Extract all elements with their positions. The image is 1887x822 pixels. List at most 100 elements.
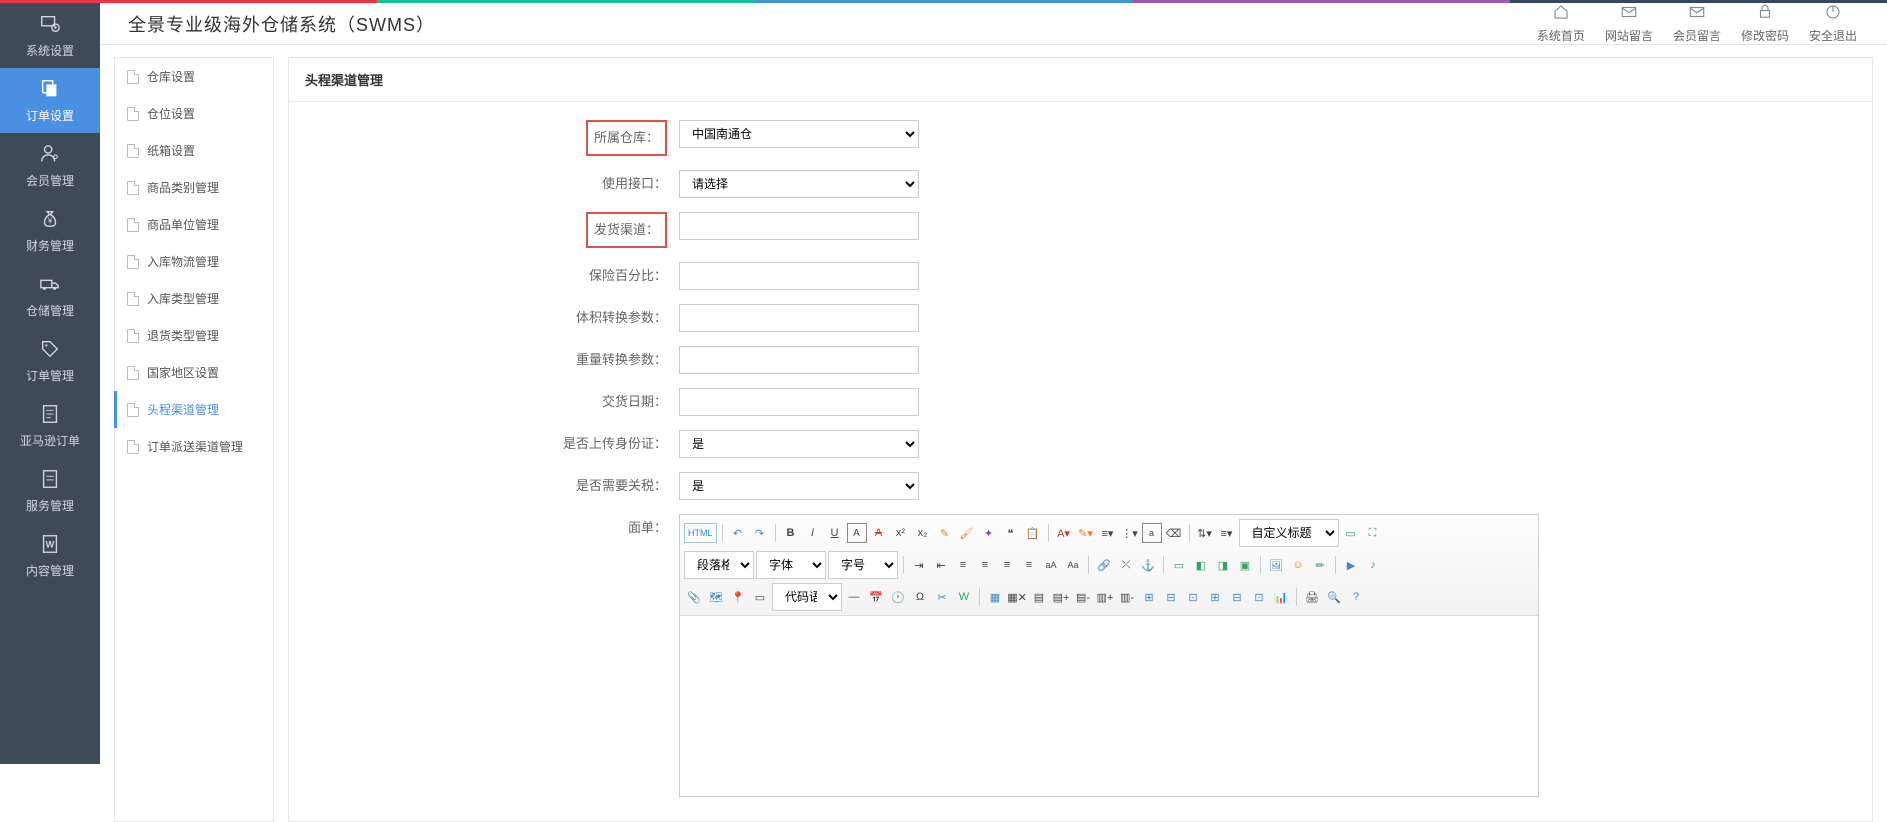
sidebar-item-amazon[interactable]: 亚马逊订单: [0, 393, 100, 458]
subnav-item-4[interactable]: 商品单位管理: [115, 206, 273, 243]
mergedown-icon[interactable]: ⊡: [1183, 587, 1203, 607]
sidebar-item-content[interactable]: W 内容管理: [0, 523, 100, 588]
row-spacing-icon[interactable]: ⇅▾: [1195, 523, 1215, 543]
align-justify-icon[interactable]: ≡: [1019, 555, 1039, 575]
snapscreen-icon[interactable]: ✂: [932, 587, 952, 607]
fullscreen-icon[interactable]: ⛶: [1363, 523, 1383, 543]
redo-icon[interactable]: ↷: [750, 523, 770, 543]
attachment-icon[interactable]: 📎: [684, 587, 704, 607]
spechars-icon[interactable]: Ω: [910, 587, 930, 607]
link-icon[interactable]: 🔗: [1094, 555, 1114, 575]
image-none-icon[interactable]: ▭: [1169, 555, 1189, 575]
image-right-icon[interactable]: ◨: [1213, 555, 1233, 575]
wordimage-icon[interactable]: W: [954, 587, 974, 607]
align-right-icon[interactable]: ≡: [997, 555, 1017, 575]
strikethrough-icon[interactable]: A: [869, 523, 889, 543]
insertparagraphbefore-icon[interactable]: ▤: [1029, 587, 1049, 607]
time-icon[interactable]: 🕐: [888, 587, 908, 607]
print-icon[interactable]: 🖨: [1302, 587, 1322, 607]
inserttable-icon[interactable]: ▦: [985, 587, 1005, 607]
subnav-item-3[interactable]: 商品类别管理: [115, 169, 273, 206]
splitcells-icon[interactable]: ⊞: [1205, 587, 1225, 607]
warehouse-select[interactable]: 中国南通仓: [679, 120, 919, 148]
sidebar-item-order-settings[interactable]: 订单设置: [0, 68, 100, 133]
custom-style-select[interactable]: 自定义标题: [1239, 519, 1339, 547]
indent-icon[interactable]: ⇥: [909, 555, 929, 575]
subnav-item-6[interactable]: 入库类型管理: [115, 280, 273, 317]
charts-icon[interactable]: 📊: [1271, 587, 1291, 607]
splitrows-icon[interactable]: ⊟: [1227, 587, 1247, 607]
editor-body[interactable]: [680, 616, 1538, 796]
emotion-icon[interactable]: ☺: [1288, 555, 1308, 575]
paragraph-format-select[interactable]: 段落格式: [684, 551, 754, 579]
mergecells-icon[interactable]: ⊞: [1139, 587, 1159, 607]
deletecol-icon[interactable]: ▥-: [1117, 587, 1137, 607]
volume-input[interactable]: [679, 304, 919, 332]
insertrow-icon[interactable]: ▤+: [1051, 587, 1071, 607]
sidebar-item-service[interactable]: 服务管理: [0, 458, 100, 523]
subscript-icon[interactable]: x₂: [913, 523, 933, 543]
subnav-item-0[interactable]: 仓库设置: [115, 58, 273, 95]
gmap-icon[interactable]: 📍: [728, 587, 748, 607]
selectall-icon[interactable]: a: [1142, 523, 1162, 543]
format-brush-icon[interactable]: 🖌: [957, 523, 977, 543]
anchor-icon[interactable]: ⚓: [1138, 555, 1158, 575]
forecolor-icon[interactable]: A▾: [1054, 523, 1074, 543]
sidebar-item-system[interactable]: 系统设置: [0, 3, 100, 68]
insert-image-icon[interactable]: 🖼: [1266, 555, 1286, 575]
sidebar-item-order-manage[interactable]: 订单管理: [0, 328, 100, 393]
font-family-select[interactable]: 字体: [756, 551, 826, 579]
insurance-input[interactable]: [679, 262, 919, 290]
hr-icon[interactable]: —: [844, 587, 864, 607]
subnav-item-10[interactable]: 订单派送渠道管理: [115, 428, 273, 465]
header-action-password[interactable]: 修改密码: [1741, 3, 1789, 44]
font-border-icon[interactable]: A: [847, 523, 867, 543]
map-icon[interactable]: 🗺: [706, 587, 726, 607]
subnav-item-8[interactable]: 国家地区设置: [115, 354, 273, 391]
sidebar-item-finance[interactable]: ¥ 财务管理: [0, 198, 100, 263]
insertcol-icon[interactable]: ▥+: [1095, 587, 1115, 607]
splitcols-icon[interactable]: ⊡: [1249, 587, 1269, 607]
insertframe-icon[interactable]: ▭: [750, 587, 770, 607]
search-icon[interactable]: 🔍: [1324, 587, 1344, 607]
remove-format-icon[interactable]: ⌫: [1164, 523, 1184, 543]
deletetable-icon[interactable]: ▦✕: [1007, 587, 1027, 607]
header-action-sitemsg[interactable]: 网站留言: [1605, 3, 1653, 44]
subnav-item-7[interactable]: 退货类型管理: [115, 317, 273, 354]
image-left-icon[interactable]: ◧: [1191, 555, 1211, 575]
paste-plain-icon[interactable]: 📋: [1023, 523, 1043, 543]
bold-icon[interactable]: B: [781, 523, 801, 543]
font-size-select[interactable]: 字号: [828, 551, 898, 579]
subnav-item-1[interactable]: 仓位设置: [115, 95, 273, 132]
italic-icon[interactable]: I: [803, 523, 823, 543]
autotype-icon[interactable]: ✦: [979, 523, 999, 543]
align-center-icon[interactable]: ≡: [975, 555, 995, 575]
preview-icon[interactable]: ▭: [1341, 523, 1361, 543]
insert-video-icon[interactable]: ▶: [1341, 555, 1361, 575]
html-source-button[interactable]: HTML: [684, 523, 717, 543]
tolowercase-icon[interactable]: Aa: [1063, 555, 1083, 575]
sidebar-item-warehouse[interactable]: 仓储管理: [0, 263, 100, 328]
image-center-icon[interactable]: ▣: [1235, 555, 1255, 575]
unlink-icon[interactable]: ⤫: [1116, 555, 1136, 575]
subnav-item-9[interactable]: 头程渠道管理: [115, 391, 273, 428]
deleterow-icon[interactable]: ▤-: [1073, 587, 1093, 607]
superscript-icon[interactable]: x²: [891, 523, 911, 543]
undo-icon[interactable]: ↶: [728, 523, 748, 543]
header-action-membermsg[interactable]: 会员留言: [1673, 3, 1721, 44]
weight-input[interactable]: [679, 346, 919, 374]
upload-id-select[interactable]: 是: [679, 430, 919, 458]
line-height-icon[interactable]: ≡▾: [1217, 523, 1237, 543]
align-left-icon[interactable]: ≡: [953, 555, 973, 575]
header-action-logout[interactable]: 安全退出: [1809, 3, 1857, 44]
scrawl-icon[interactable]: ✏: [1310, 555, 1330, 575]
date-icon[interactable]: 📅: [866, 587, 886, 607]
underline-icon[interactable]: U: [825, 523, 845, 543]
subnav-item-2[interactable]: 纸箱设置: [115, 132, 273, 169]
sidebar-item-member[interactable]: 会员管理: [0, 133, 100, 198]
backcolor-icon[interactable]: ✎▾: [1076, 523, 1096, 543]
header-action-home[interactable]: 系统首页: [1537, 3, 1585, 44]
ordered-list-icon[interactable]: ≡▾: [1098, 523, 1118, 543]
blockquote-icon[interactable]: ❝: [1001, 523, 1021, 543]
unordered-list-icon[interactable]: ⋮▾: [1120, 523, 1140, 543]
